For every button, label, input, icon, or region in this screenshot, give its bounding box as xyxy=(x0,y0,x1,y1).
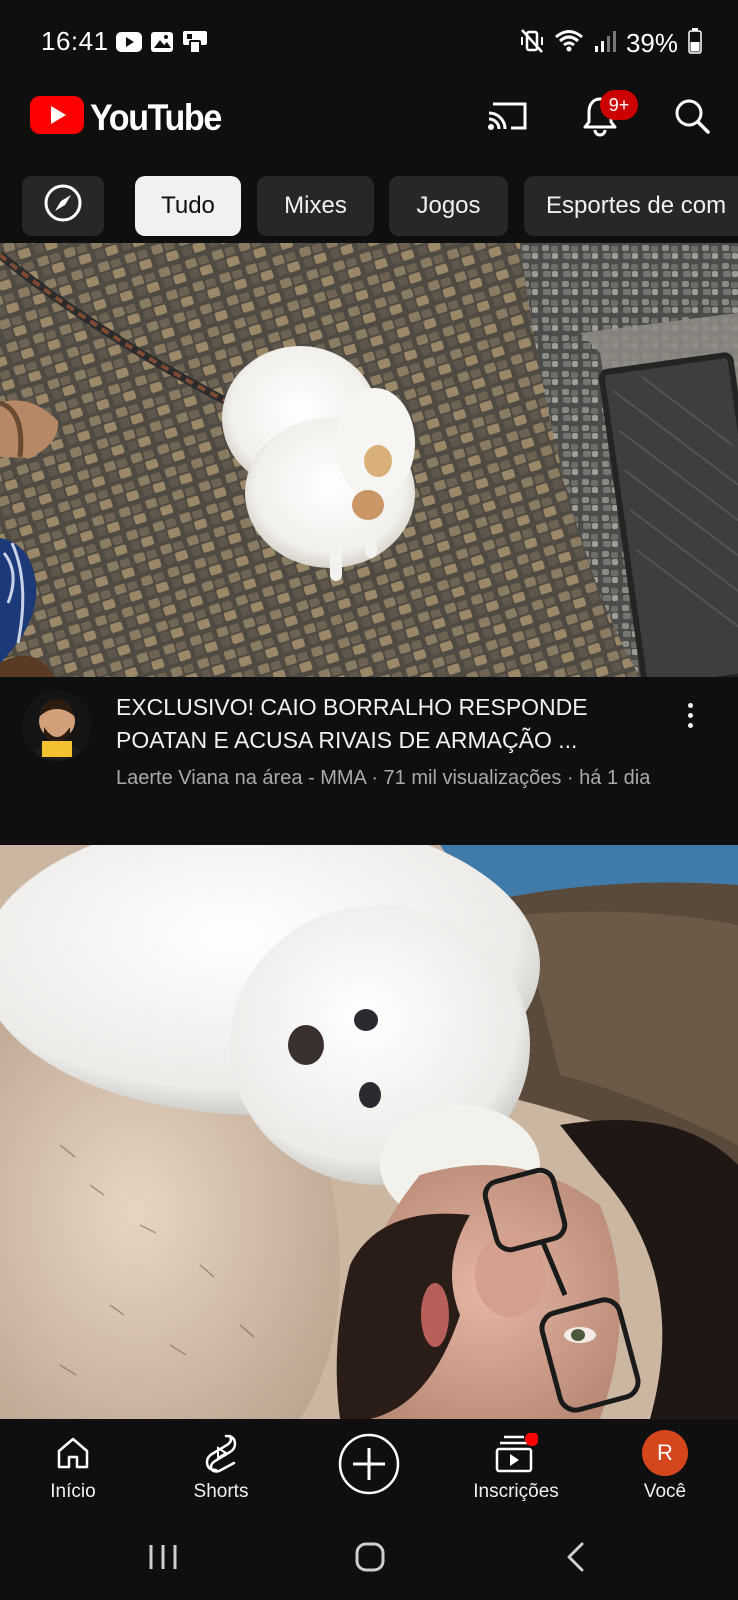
video-thumbnail[interactable] xyxy=(0,243,738,677)
cast-icon xyxy=(487,99,529,138)
nav-label: Você xyxy=(643,1481,687,1502)
screen-mirror-notification-icon xyxy=(182,29,208,60)
shorts-icon xyxy=(204,1429,238,1477)
search-icon xyxy=(673,97,711,140)
chip-label: Esportes de com xyxy=(546,192,727,219)
battery-percent: 39% xyxy=(625,27,678,58)
avatar: R xyxy=(642,1429,688,1477)
video-meta[interactable]: EXCLUSIVO! CAIO BORRALHO RESPONDE POATAN… xyxy=(0,677,738,845)
chip-tudo[interactable]: Tudo xyxy=(135,176,241,236)
youtube-notification-icon xyxy=(116,31,142,57)
avatar-letter: R xyxy=(642,1430,688,1476)
gallery-notification-icon xyxy=(150,31,174,58)
search-button[interactable] xyxy=(664,90,720,146)
nav-shorts[interactable]: Shorts xyxy=(156,1429,286,1517)
status-bar: 16:41 39% xyxy=(0,0,738,88)
youtube-play-logo-icon xyxy=(30,96,84,139)
recents-button[interactable] xyxy=(146,1541,180,1578)
status-notification-icons xyxy=(116,30,208,58)
subscriptions-icon xyxy=(494,1429,538,1477)
thumbnail-image-selfie-with-dog xyxy=(0,845,738,1419)
nav-subscriptions[interactable]: Inscrições xyxy=(451,1429,581,1517)
channel-avatar-image xyxy=(22,691,92,761)
nav-you[interactable]: R Você xyxy=(600,1429,730,1517)
cast-button[interactable] xyxy=(480,90,536,146)
system-navigation-bar xyxy=(0,1523,738,1600)
compass-icon xyxy=(43,183,83,230)
chip-esportes[interactable]: Esportes de com xyxy=(524,176,738,236)
battery-icon xyxy=(688,27,702,59)
home-icon xyxy=(55,1429,91,1477)
nav-label: Shorts xyxy=(193,1481,249,1502)
home-system-button[interactable] xyxy=(354,1541,386,1578)
video-subtitle: Laerte Viana na área - MMA · 71 mil visu… xyxy=(116,767,651,789)
vibrate-mute-icon xyxy=(520,28,544,59)
home-system-icon xyxy=(354,1542,386,1577)
kebab-dot xyxy=(687,702,693,708)
wifi-icon xyxy=(554,28,584,59)
notification-count-badge: 9+ xyxy=(600,90,638,120)
kebab-dot xyxy=(687,712,693,718)
youtube-logo[interactable]: YouTube xyxy=(30,96,232,139)
recents-icon xyxy=(146,1545,180,1577)
chip-label: Mixes xyxy=(284,192,347,219)
chip-mixes[interactable]: Mixes xyxy=(257,176,374,236)
nav-create[interactable] xyxy=(304,1429,434,1517)
chip-jogos[interactable]: Jogos xyxy=(389,176,508,236)
signal-icon xyxy=(594,29,616,58)
app-header: YouTube 9+ xyxy=(0,88,738,172)
nav-label: Inscrições xyxy=(473,1481,559,1502)
video-title[interactable]: EXCLUSIVO! CAIO BORRALHO RESPONDE POATAN… xyxy=(116,691,656,757)
chip-label: Tudo xyxy=(161,192,215,219)
video-thumbnail[interactable] xyxy=(0,845,738,1419)
back-icon xyxy=(564,1542,588,1577)
chip-label: Jogos xyxy=(416,192,481,219)
explore-button[interactable] xyxy=(22,176,104,236)
thumbnail-image-dog-on-sidewalk xyxy=(0,243,738,677)
video-more-options-button[interactable] xyxy=(672,695,708,735)
bottom-navigation: Início Shorts Inscrições R Você xyxy=(0,1419,738,1523)
status-time: 16:41 xyxy=(41,26,109,56)
channel-avatar[interactable] xyxy=(22,691,92,761)
filter-chips-bar: Tudo Mixes Jogos Esportes de com xyxy=(0,176,738,238)
nav-home[interactable]: Início xyxy=(8,1429,138,1517)
back-button[interactable] xyxy=(564,1541,588,1578)
kebab-dot xyxy=(687,722,693,728)
youtube-logo-text: YouTube xyxy=(90,96,222,138)
nav-label: Início xyxy=(50,1481,96,1502)
create-icon xyxy=(337,1429,401,1499)
status-system-icons: 39% xyxy=(520,26,702,60)
